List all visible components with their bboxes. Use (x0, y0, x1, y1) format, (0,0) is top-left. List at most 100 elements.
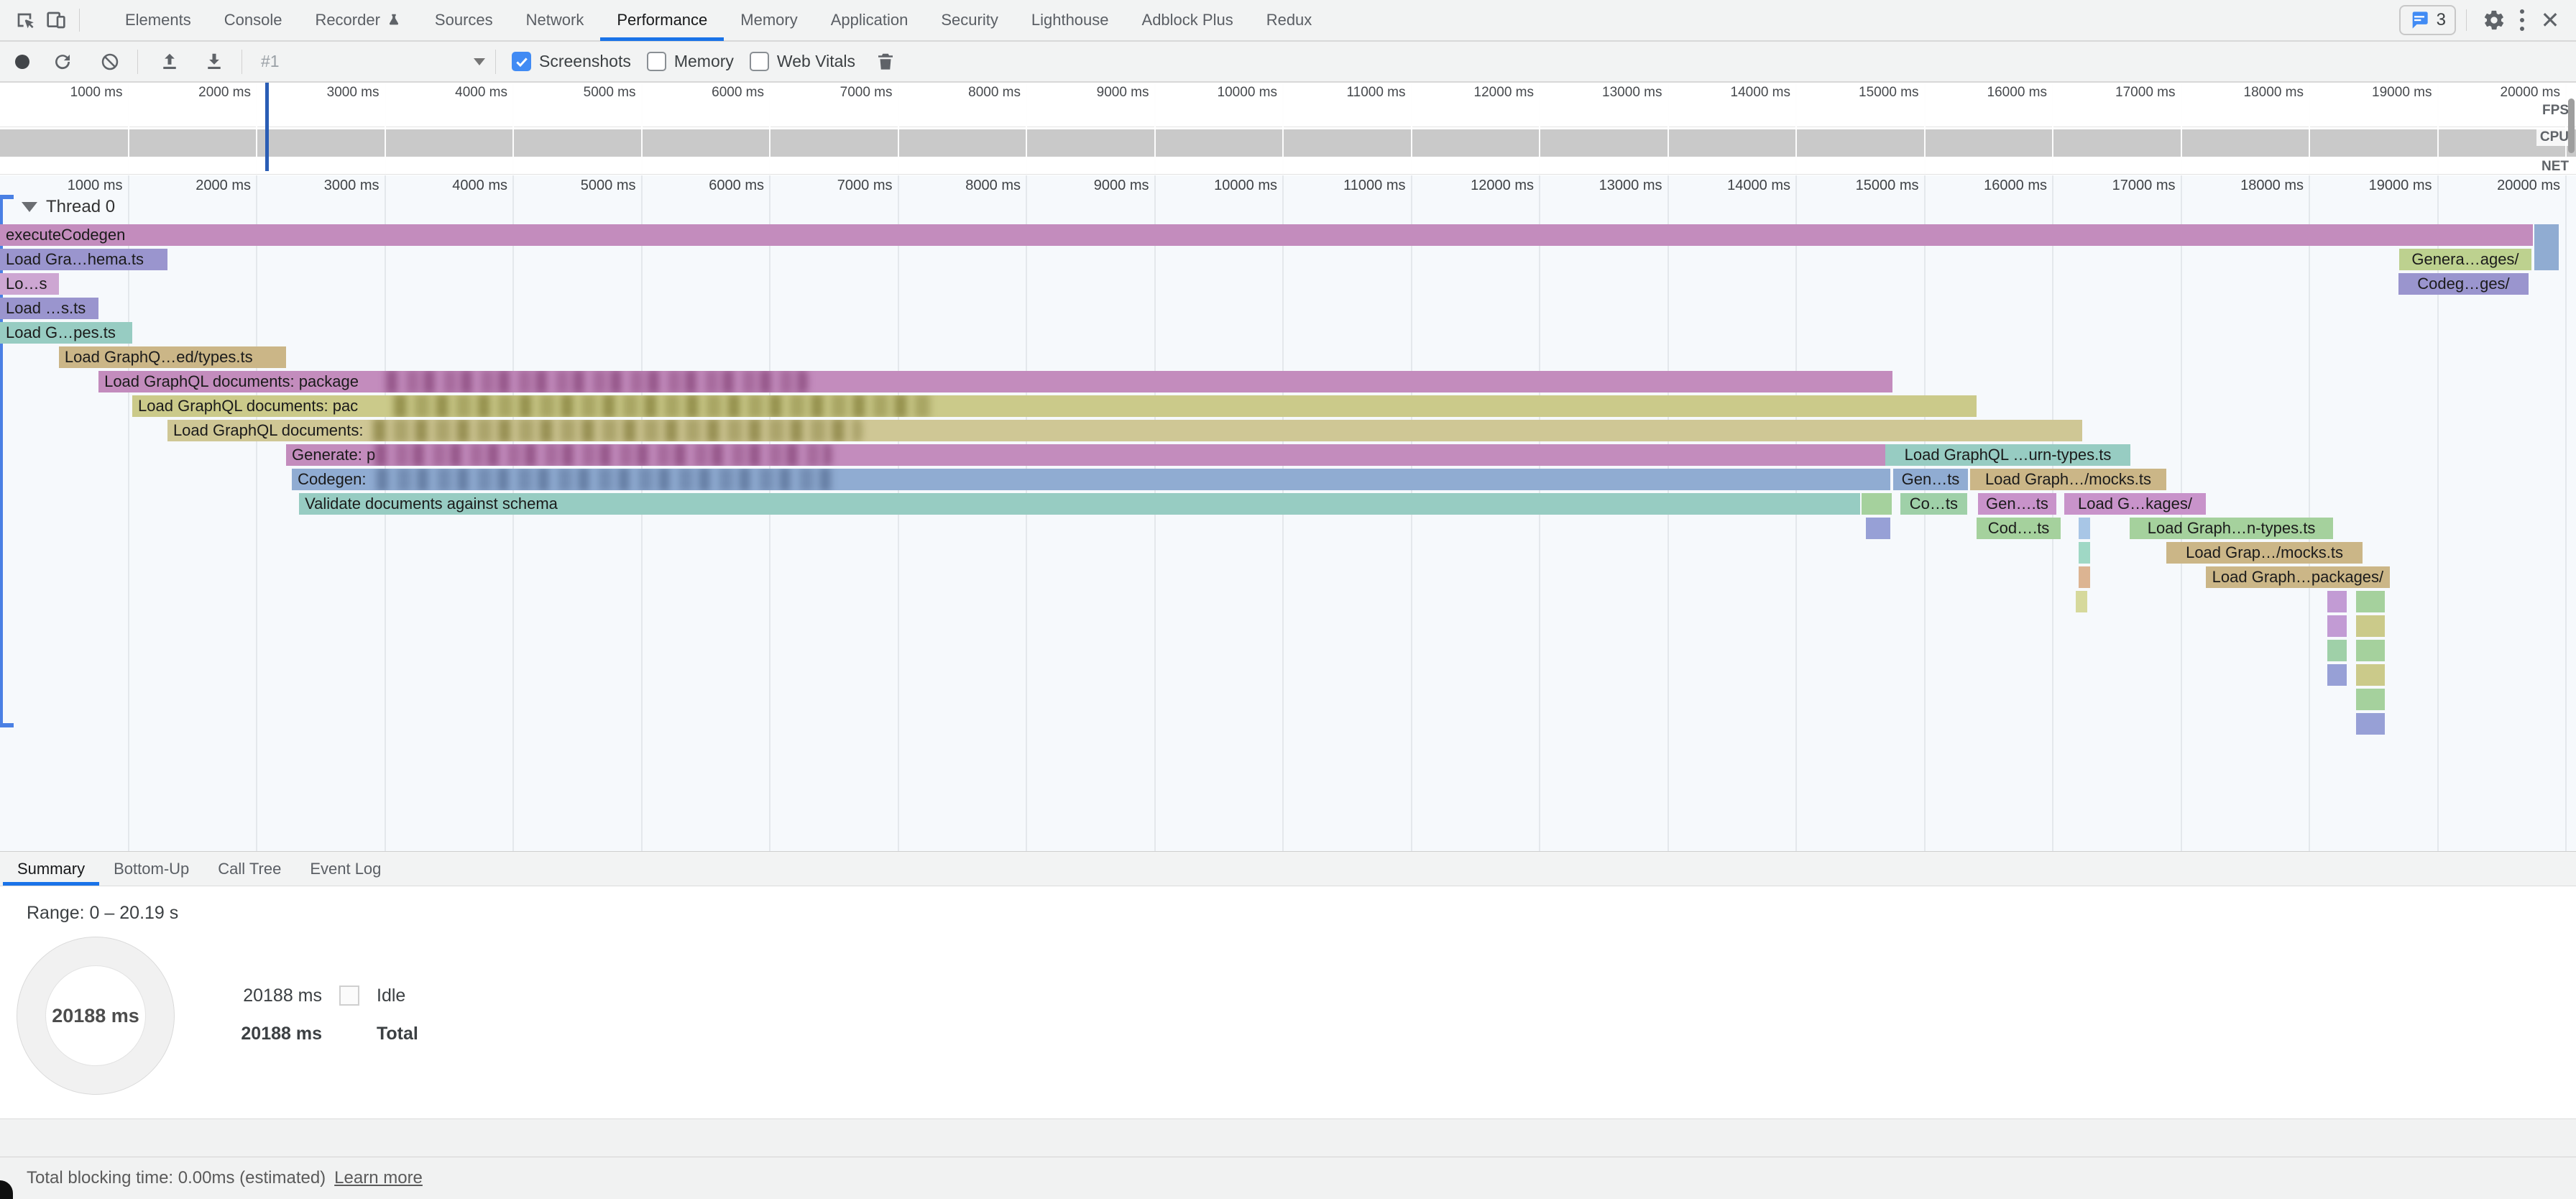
device-toolbar-icon[interactable] (40, 4, 72, 36)
checkbox-memory[interactable]: Memory (647, 52, 734, 71)
flame-chart[interactable]: Thread 0 1000 ms2000 ms3000 ms4000 ms500… (0, 175, 2576, 851)
flame-bar[interactable]: Codegen: (292, 469, 1890, 490)
ruler-tick-label: 15000 ms (1782, 178, 1919, 194)
flame-bar[interactable]: executeCodegen (0, 224, 2533, 246)
flame-bar[interactable]: Load GraphQL …urn-types.ts (1885, 444, 2130, 466)
ruler-tick-label: 2000 ms (114, 178, 251, 194)
checkbox-unchecked[interactable] (750, 52, 769, 71)
flame-bar-block[interactable] (2327, 615, 2347, 637)
tab-sources[interactable]: Sources (418, 0, 510, 41)
flame-bar-block[interactable] (2076, 591, 2087, 612)
checkbox-screenshots[interactable]: Screenshots (512, 52, 631, 71)
redacted-text-blur (367, 420, 862, 441)
flame-bar-block[interactable] (2327, 664, 2347, 686)
tab-memory[interactable]: Memory (724, 0, 814, 41)
tab-lighthouse[interactable]: Lighthouse (1015, 0, 1126, 41)
flame-bar-block[interactable] (2356, 615, 2385, 637)
flame-bar-block[interactable] (2356, 713, 2385, 735)
drawer-tab-call-tree[interactable]: Call Tree (203, 852, 295, 886)
flame-bar-block[interactable] (2356, 640, 2385, 661)
checkbox-unchecked[interactable] (647, 52, 666, 71)
flame-bar[interactable]: Codeg…ges/ (2398, 273, 2529, 295)
drawer-tab-summary[interactable]: Summary (3, 852, 99, 886)
checkbox-label: Web Vitals (777, 52, 855, 71)
learn-more-link[interactable]: Learn more (334, 1168, 423, 1188)
tab-label: Redux (1266, 11, 1312, 29)
redacted-text-blur (371, 469, 835, 490)
delete-recording-icon[interactable] (870, 46, 901, 78)
flame-bar[interactable]: Load Gra…hema.ts (0, 249, 167, 270)
flame-bar[interactable]: Load Graph…n-types.ts (2130, 518, 2333, 539)
flame-bar[interactable]: Generate: p (286, 444, 1885, 466)
overview-scrollbar-thumb[interactable] (2568, 98, 2575, 153)
flame-bar-block[interactable] (2079, 566, 2090, 588)
checkbox-web-vitals[interactable]: Web Vitals (750, 52, 855, 71)
legend-value: 20188 ms (237, 986, 322, 1006)
flame-bar[interactable]: Validate documents against schema (299, 493, 1860, 515)
timeline-overview[interactable]: 1000 ms2000 ms3000 ms4000 ms5000 ms6000 … (0, 83, 2576, 175)
reload-and-record-icon[interactable] (47, 46, 78, 78)
flame-bar-block[interactable] (2079, 518, 2090, 539)
redacted-text-blur (388, 395, 935, 417)
tab-console[interactable]: Console (208, 0, 299, 41)
tab-performance[interactable]: Performance (600, 0, 724, 41)
flame-bar[interactable]: Load GraphQL documents: (167, 420, 2082, 441)
feedback-badge-button[interactable]: 3 (2399, 5, 2456, 35)
recording-select[interactable]: #1 (261, 52, 485, 71)
tab-application[interactable]: Application (814, 0, 925, 41)
flame-bar[interactable]: Load G…kages/ (2064, 493, 2206, 515)
flame-bar[interactable]: Load GraphQ…ed/types.ts (59, 346, 286, 368)
flame-bar[interactable]: Load …s.ts (0, 298, 98, 319)
inspect-element-icon[interactable] (9, 4, 40, 36)
flame-bar[interactable]: Cod….ts (1977, 518, 2061, 539)
tab-network[interactable]: Network (510, 0, 601, 41)
flame-bar-block[interactable] (2079, 542, 2090, 564)
flame-bar[interactable]: Load GraphQL documents: pac (132, 395, 1977, 417)
ruler-tick-label: 5000 ms (500, 85, 636, 101)
flame-bar[interactable]: Genera…ages/ (2399, 249, 2531, 270)
flame-bar-label: Load Grap…/mocks.ts (2186, 543, 2343, 561)
drawer-tab-bottom-up[interactable]: Bottom-Up (99, 852, 203, 886)
flame-bar[interactable]: Lo…s (0, 273, 59, 295)
flame-bar[interactable]: Load Graph…packages/ (2206, 566, 2390, 588)
more-options-icon[interactable] (2510, 6, 2534, 35)
flame-bar[interactable]: Gen…ts (1893, 469, 1968, 490)
flame-bar-block[interactable] (2534, 224, 2559, 270)
ruler-tick-label: 7000 ms (756, 178, 893, 194)
tab-recorder[interactable]: Recorder (298, 0, 418, 41)
flame-bar-block[interactable] (2327, 591, 2347, 612)
flame-bar-block[interactable] (1866, 518, 1890, 539)
drawer-tab-event-log[interactable]: Event Log (295, 852, 395, 886)
thread-track-header[interactable]: Thread 0 (22, 197, 115, 217)
flame-bar[interactable]: Load Grap…/mocks.ts (2166, 542, 2363, 564)
flame-bar-label: Load GraphQL …urn-types.ts (1905, 446, 2112, 464)
lane-label-fps: FPS (2539, 102, 2572, 119)
clear-recording-icon[interactable] (94, 46, 126, 78)
flame-bar-block[interactable] (1862, 493, 1892, 515)
close-icon[interactable]: ✕ (2534, 6, 2566, 35)
summary-panel: Range: 0 – 20.19 s 20188 ms 20188 msIdle… (0, 886, 2576, 1118)
flame-bar[interactable]: Gen….ts (1978, 493, 2056, 515)
tab-redux[interactable]: Redux (1250, 0, 1329, 41)
flame-bar[interactable]: Load G…pes.ts (0, 322, 132, 344)
tab-elements[interactable]: Elements (109, 0, 208, 41)
settings-gear-icon[interactable] (2478, 4, 2510, 36)
load-profile-icon[interactable] (154, 46, 185, 78)
ruler-tick-label: 18000 ms (2167, 178, 2304, 194)
tab-label: Elements (125, 11, 191, 29)
flame-bar[interactable]: Load GraphQL documents: package (98, 371, 1892, 392)
checkbox-checked[interactable] (512, 52, 531, 71)
tab-security[interactable]: Security (924, 0, 1014, 41)
ruler-tick-label: 17000 ms (2039, 178, 2176, 194)
record-button[interactable] (15, 55, 29, 69)
save-profile-icon[interactable] (198, 46, 230, 78)
overview-playhead[interactable] (265, 83, 269, 171)
donut-total-label: 20188 ms (17, 937, 174, 1094)
flame-bar[interactable]: Load Graph…/mocks.ts (1970, 469, 2166, 490)
flame-bar-block[interactable] (2356, 591, 2385, 612)
flame-bar-block[interactable] (2356, 689, 2385, 710)
flame-bar-block[interactable] (2327, 640, 2347, 661)
flame-bar[interactable]: Co…ts (1900, 493, 1967, 515)
flame-bar-block[interactable] (2356, 664, 2385, 686)
tab-adblock-plus[interactable]: Adblock Plus (1126, 0, 1250, 41)
